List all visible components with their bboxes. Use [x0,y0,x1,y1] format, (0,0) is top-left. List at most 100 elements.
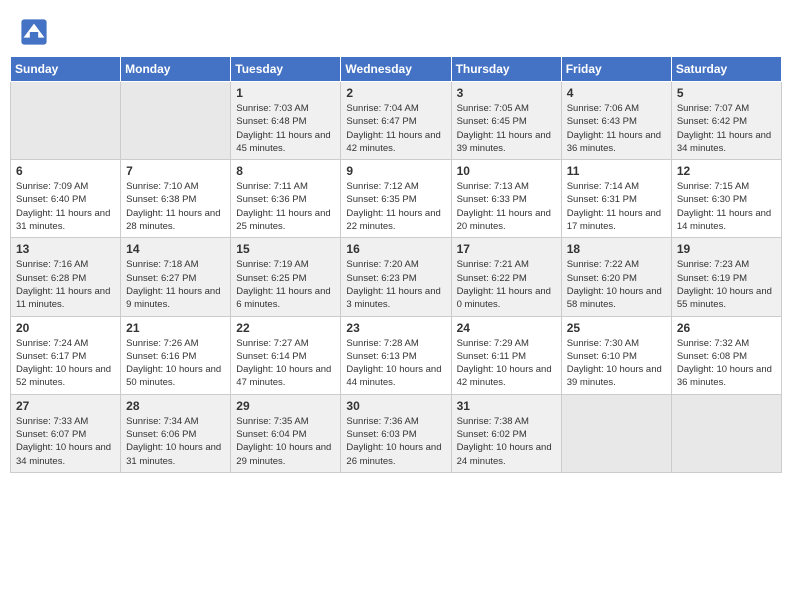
calendar-day-cell: 6 Sunrise: 7:09 AM Sunset: 6:40 PM Daylig… [11,160,121,238]
day-info: Sunrise: 7:23 AM Sunset: 6:19 PM Dayligh… [677,258,776,311]
calendar-day-cell: 17 Sunrise: 7:21 AM Sunset: 6:22 PM Dayli… [451,238,561,316]
day-info: Sunrise: 7:15 AM Sunset: 6:30 PM Dayligh… [677,180,776,233]
calendar-day-cell: 19Sunrise: 7:23 AM Sunset: 6:19 PM Dayli… [671,238,781,316]
calendar-day-cell [671,394,781,472]
day-info: Sunrise: 7:11 AM Sunset: 6:36 PM Dayligh… [236,180,335,233]
day-number: 17 [457,242,556,256]
calendar-day-cell: 1 Sunrise: 7:03 AM Sunset: 6:48 PM Daylig… [231,82,341,160]
calendar-day-cell: 31 Sunrise: 7:38 AM Sunset: 6:02 PM Dayli… [451,394,561,472]
weekday-header: Thursday [451,57,561,82]
calendar-day-cell: 28Sunrise: 7:34 AM Sunset: 6:06 PM Dayli… [121,394,231,472]
calendar-day-cell: 12Sunrise: 7:15 AM Sunset: 6:30 PM Dayli… [671,160,781,238]
calendar-day-cell: 14 Sunrise: 7:18 AM Sunset: 6:27 PM Dayli… [121,238,231,316]
day-info: Sunrise: 7:05 AM Sunset: 6:45 PM Dayligh… [457,102,556,155]
calendar-day-cell: 29Sunrise: 7:35 AM Sunset: 6:04 PM Dayli… [231,394,341,472]
calendar-day-cell: 3 Sunrise: 7:05 AM Sunset: 6:45 PM Daylig… [451,82,561,160]
calendar-day-cell: 13 Sunrise: 7:16 AM Sunset: 6:28 PM Dayli… [11,238,121,316]
day-info: Sunrise: 7:07 AM Sunset: 6:42 PM Dayligh… [677,102,776,155]
calendar-day-cell: 27 Sunrise: 7:33 AM Sunset: 6:07 PM Dayli… [11,394,121,472]
day-info: Sunrise: 7:28 AM Sunset: 6:13 PM Dayligh… [346,337,445,390]
logo [20,18,52,46]
day-info: Sunrise: 7:38 AM Sunset: 6:02 PM Dayligh… [457,415,556,468]
day-info: Sunrise: 7:03 AM Sunset: 6:48 PM Dayligh… [236,102,335,155]
day-number: 20 [16,321,115,335]
day-number: 2 [346,86,445,100]
calendar-day-cell: 5 Sunrise: 7:07 AM Sunset: 6:42 PM Daylig… [671,82,781,160]
day-number: 14 [126,242,225,256]
calendar-day-cell [561,394,671,472]
weekday-header: Sunday [11,57,121,82]
weekday-header: Tuesday [231,57,341,82]
day-number: 16 [346,242,445,256]
logo-icon [20,18,48,46]
day-number: 21 [126,321,225,335]
day-info: Sunrise: 7:30 AM Sunset: 6:10 PM Dayligh… [567,337,666,390]
calendar-day-cell: 8 Sunrise: 7:11 AM Sunset: 6:36 PM Daylig… [231,160,341,238]
calendar-day-cell: 2 Sunrise: 7:04 AM Sunset: 6:47 PM Daylig… [341,82,451,160]
day-number: 22 [236,321,335,335]
day-number: 8 [236,164,335,178]
calendar-day-cell: 22 Sunrise: 7:27 AM Sunset: 6:14 PM Dayli… [231,316,341,394]
calendar-day-cell: 20 Sunrise: 7:24 AM Sunset: 6:17 PM Dayli… [11,316,121,394]
calendar-day-cell: 30Sunrise: 7:36 AM Sunset: 6:03 PM Dayli… [341,394,451,472]
day-number: 3 [457,86,556,100]
day-info: Sunrise: 7:18 AM Sunset: 6:27 PM Dayligh… [126,258,225,311]
day-info: Sunrise: 7:21 AM Sunset: 6:22 PM Dayligh… [457,258,556,311]
calendar-day-cell: 25 Sunrise: 7:30 AM Sunset: 6:10 PM Dayli… [561,316,671,394]
day-info: Sunrise: 7:36 AM Sunset: 6:03 PM Dayligh… [346,415,445,468]
calendar-week-row: 1 Sunrise: 7:03 AM Sunset: 6:48 PM Daylig… [11,82,782,160]
day-number: 25 [567,321,666,335]
calendar-day-cell: 26 Sunrise: 7:32 AM Sunset: 6:08 PM Dayli… [671,316,781,394]
day-number: 1 [236,86,335,100]
calendar-day-cell: 18Sunrise: 7:22 AM Sunset: 6:20 PM Dayli… [561,238,671,316]
day-number: 31 [457,399,556,413]
day-number: 28 [126,399,225,413]
calendar-day-cell: 11 Sunrise: 7:14 AM Sunset: 6:31 PM Dayli… [561,160,671,238]
day-info: Sunrise: 7:29 AM Sunset: 6:11 PM Dayligh… [457,337,556,390]
day-info: Sunrise: 7:09 AM Sunset: 6:40 PM Dayligh… [16,180,115,233]
day-info: Sunrise: 7:35 AM Sunset: 6:04 PM Dayligh… [236,415,335,468]
calendar-day-cell: 24 Sunrise: 7:29 AM Sunset: 6:11 PM Dayli… [451,316,561,394]
day-info: Sunrise: 7:26 AM Sunset: 6:16 PM Dayligh… [126,337,225,390]
day-info: Sunrise: 7:04 AM Sunset: 6:47 PM Dayligh… [346,102,445,155]
day-number: 4 [567,86,666,100]
calendar-day-cell: 15 Sunrise: 7:19 AM Sunset: 6:25 PM Dayli… [231,238,341,316]
day-info: Sunrise: 7:16 AM Sunset: 6:28 PM Dayligh… [16,258,115,311]
day-number: 7 [126,164,225,178]
day-info: Sunrise: 7:27 AM Sunset: 6:14 PM Dayligh… [236,337,335,390]
calendar-day-cell: 4 Sunrise: 7:06 AM Sunset: 6:43 PM Daylig… [561,82,671,160]
day-info: Sunrise: 7:19 AM Sunset: 6:25 PM Dayligh… [236,258,335,311]
day-info: Sunrise: 7:06 AM Sunset: 6:43 PM Dayligh… [567,102,666,155]
day-number: 5 [677,86,776,100]
calendar-week-row: 27 Sunrise: 7:33 AM Sunset: 6:07 PM Dayli… [11,394,782,472]
calendar-day-cell [11,82,121,160]
day-number: 18 [567,242,666,256]
calendar-day-cell: 23Sunrise: 7:28 AM Sunset: 6:13 PM Dayli… [341,316,451,394]
calendar-day-cell: 21 Sunrise: 7:26 AM Sunset: 6:16 PM Dayli… [121,316,231,394]
weekday-header: Saturday [671,57,781,82]
day-info: Sunrise: 7:13 AM Sunset: 6:33 PM Dayligh… [457,180,556,233]
day-number: 24 [457,321,556,335]
day-number: 6 [16,164,115,178]
day-info: Sunrise: 7:20 AM Sunset: 6:23 PM Dayligh… [346,258,445,311]
day-number: 26 [677,321,776,335]
day-number: 9 [346,164,445,178]
calendar-week-row: 6 Sunrise: 7:09 AM Sunset: 6:40 PM Daylig… [11,160,782,238]
calendar-day-cell: 9 Sunrise: 7:12 AM Sunset: 6:35 PM Daylig… [341,160,451,238]
day-info: Sunrise: 7:14 AM Sunset: 6:31 PM Dayligh… [567,180,666,233]
day-number: 27 [16,399,115,413]
weekday-header: Wednesday [341,57,451,82]
day-info: Sunrise: 7:33 AM Sunset: 6:07 PM Dayligh… [16,415,115,468]
day-number: 13 [16,242,115,256]
weekday-header: Friday [561,57,671,82]
day-info: Sunrise: 7:12 AM Sunset: 6:35 PM Dayligh… [346,180,445,233]
day-info: Sunrise: 7:24 AM Sunset: 6:17 PM Dayligh… [16,337,115,390]
day-number: 11 [567,164,666,178]
calendar-day-cell [121,82,231,160]
day-number: 10 [457,164,556,178]
calendar-day-cell: 16 Sunrise: 7:20 AM Sunset: 6:23 PM Dayli… [341,238,451,316]
day-info: Sunrise: 7:32 AM Sunset: 6:08 PM Dayligh… [677,337,776,390]
day-number: 15 [236,242,335,256]
calendar-header-row: SundayMondayTuesdayWednesdayThursdayFrid… [11,57,782,82]
calendar-day-cell: 10 Sunrise: 7:13 AM Sunset: 6:33 PM Dayli… [451,160,561,238]
